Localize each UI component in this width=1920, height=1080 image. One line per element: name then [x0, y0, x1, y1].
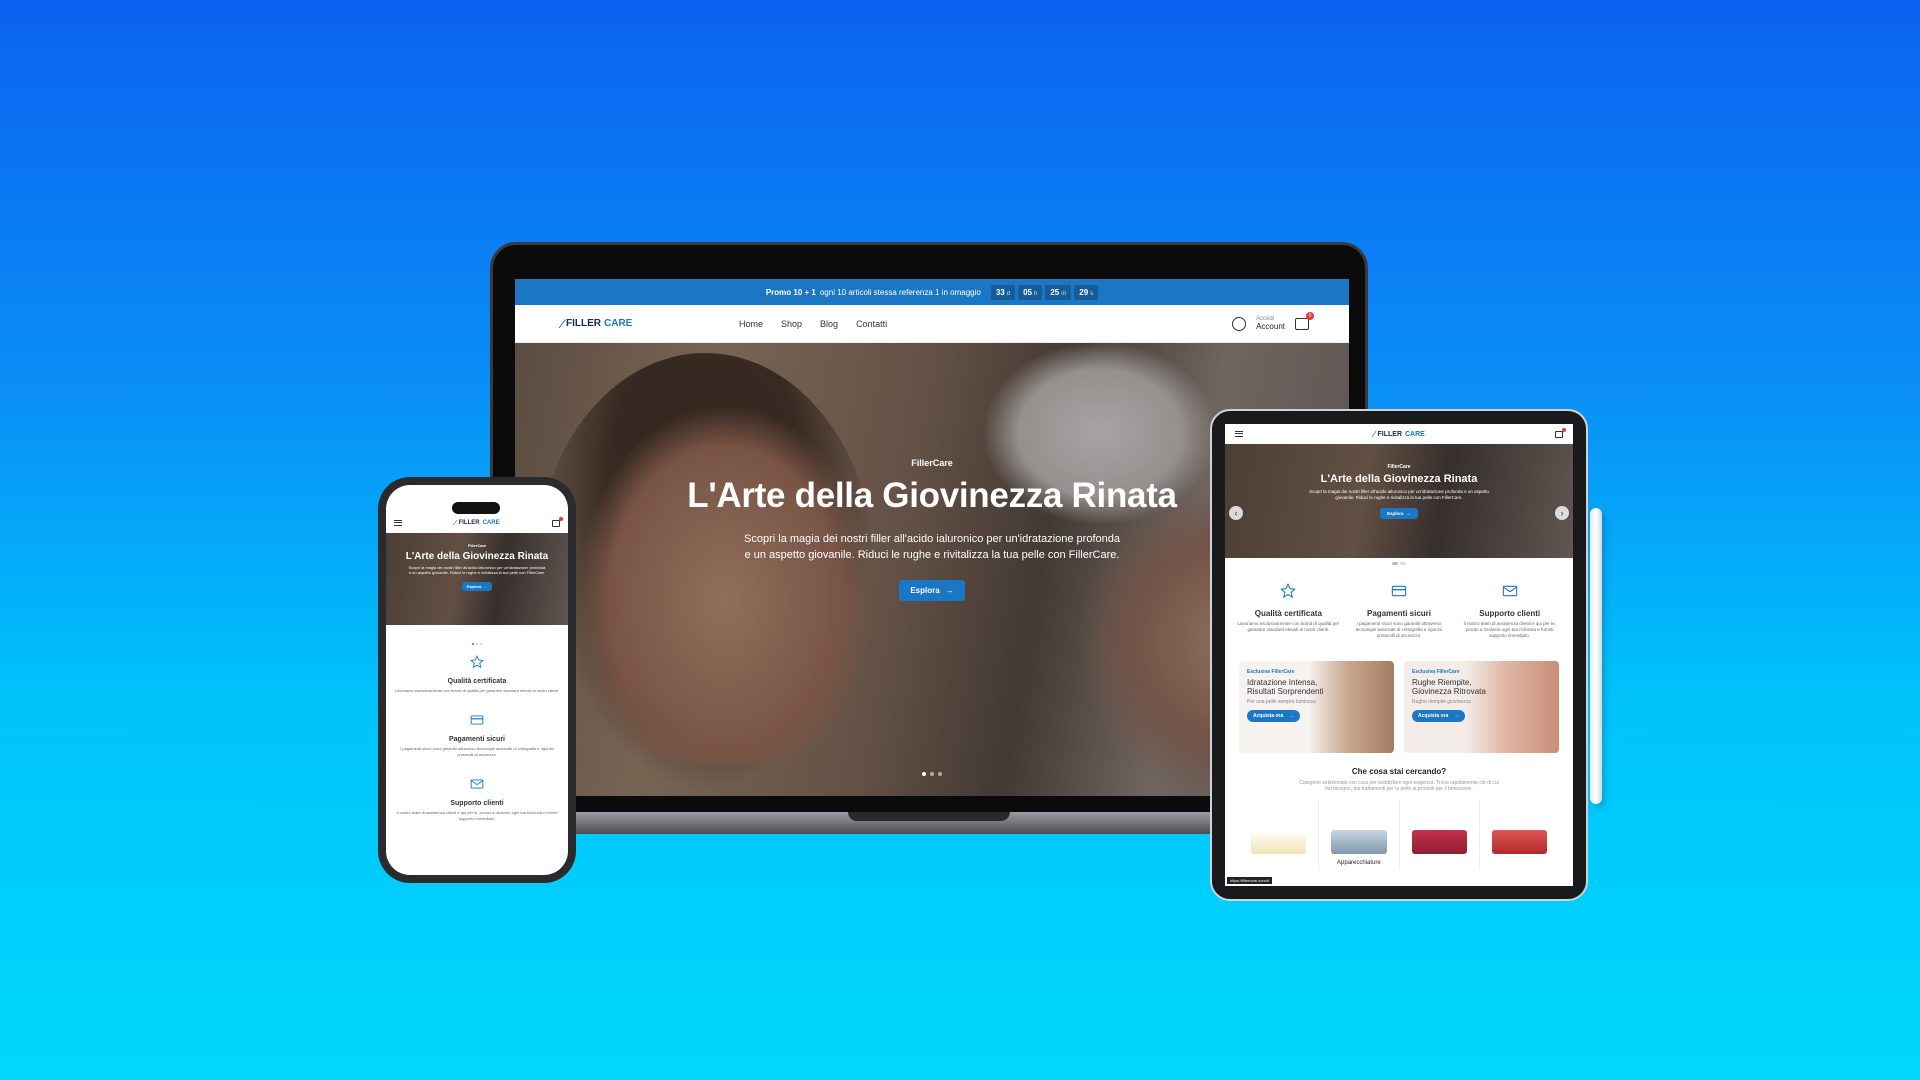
slider-dot[interactable] — [472, 643, 474, 645]
slider-dot[interactable] — [938, 772, 942, 776]
cart-badge: 0 — [1306, 311, 1314, 320]
phone-explore-button[interactable]: Esplora → — [461, 582, 493, 592]
shop-now-button[interactable]: Acquista ora → — [1247, 709, 1301, 722]
phone-feature-quality: Qualità certificata Lavoriamo esclusivam… — [386, 655, 568, 693]
arrow-right-icon: → — [1406, 510, 1412, 516]
phone-mockup: ⁄ FILLER CARE FillerCare L'Arte della Gi… — [378, 477, 576, 883]
phone-hero-title: L'Arte della Giovinezza Rinata — [405, 551, 549, 562]
promo-bold: Promo 10 + 1 — [765, 287, 816, 297]
hero-explore-button[interactable]: Esplora → — [899, 579, 965, 601]
account-area: Accedi Account 0 — [1232, 311, 1314, 331]
arrow-right-icon: → — [1454, 712, 1460, 719]
envelope-icon — [1502, 585, 1517, 597]
tablet-mockup: ⁄ FILLER CARE FillerCare L'Arte della Gi… — [1210, 409, 1588, 901]
product-image — [1491, 830, 1547, 855]
slider-dot[interactable] — [930, 772, 934, 776]
status-url: https://fillercare.com/# — [1227, 877, 1273, 884]
logo-icon: ⁄ — [1373, 429, 1375, 439]
slider-dot[interactable] — [1392, 562, 1398, 565]
tablet-hero-eyebrow: FillerCare — [1387, 464, 1411, 470]
shop-now-button[interactable]: Acquista ora → — [1412, 709, 1466, 722]
account-link[interactable]: Accedi Account — [1256, 316, 1285, 331]
cart-icon[interactable]: 0 — [1295, 311, 1314, 330]
tablet-features: Qualità certificata Lavoriamo esclusivam… — [1225, 583, 1573, 639]
phone-feature-payments: Pagamenti sicuri I pagamenti sicuri sono… — [386, 713, 568, 757]
arrow-right-icon: → — [1289, 712, 1295, 719]
section-text: Categorie selezionate con cura per soddi… — [1299, 780, 1499, 793]
cart-icon[interactable] — [552, 516, 563, 527]
cart-icon[interactable] — [1555, 427, 1566, 438]
promo-bar: Promo 10 + 1 ogni 10 articoli stessa ref… — [515, 279, 1349, 305]
product-image — [1251, 830, 1307, 855]
product-category-item[interactable]: Apparecchiature — [1318, 800, 1398, 871]
slider-dot[interactable] — [922, 772, 926, 776]
product-category-item[interactable] — [1239, 800, 1318, 870]
slider-dot[interactable] — [476, 643, 478, 645]
user-icon[interactable] — [1232, 316, 1247, 331]
envelope-icon — [470, 779, 484, 789]
credit-card-icon — [1391, 585, 1407, 597]
category-search-section: Che cosa stai cercando? Categorie selezi… — [1225, 767, 1573, 792]
category-card[interactable]: Esclusiva FillerCare Rughe Riempite, Gio… — [1404, 661, 1559, 754]
arrow-right-icon: → — [945, 585, 954, 595]
hero-text: Scopri la magia dei nostri filler all'ac… — [744, 533, 1120, 561]
nav-item-shop[interactable]: Shop — [781, 319, 802, 329]
timer-minutes: 25 m — [1045, 284, 1072, 300]
tablet-feature-support: Supporto clienti Il nostro team di assis… — [1458, 583, 1561, 639]
tablet-logo[interactable]: ⁄ FILLER CARE — [1373, 430, 1425, 439]
tablet-screen: ⁄ FILLER CARE FillerCare L'Arte della Gi… — [1225, 424, 1573, 886]
section-title: Che cosa stai cercando? — [1351, 767, 1447, 777]
tablet-explore-button[interactable]: Esplora → — [1379, 507, 1418, 519]
timer-days: 33 d — [990, 284, 1016, 300]
main-nav: ⁄ FILLER CARE Home Shop Blog Contatti Ac… — [515, 305, 1349, 343]
timer-hours: 05 h — [1018, 284, 1043, 300]
site-logo[interactable]: ⁄ FILLER CARE — [561, 317, 632, 331]
phone-logo[interactable]: ⁄ FILLER CARE — [454, 520, 499, 527]
credit-card-icon — [470, 715, 484, 725]
phone-hero: FillerCare L'Arte della Giovinezza Rinat… — [386, 533, 568, 625]
hamburger-icon[interactable] — [394, 520, 402, 526]
tablet-feature-quality: Qualità certificata Lavoriamo esclusivam… — [1237, 583, 1340, 639]
phone-hero-eyebrow: FillerCare — [467, 543, 487, 548]
star-icon — [470, 655, 484, 669]
product-image — [1411, 830, 1467, 855]
phone-nav: ⁄ FILLER CARE — [386, 513, 568, 533]
category-card[interactable]: Esclusiva FillerCare Idratazione Intensa… — [1239, 661, 1394, 754]
tablet-hero: FillerCare L'Arte della Giovinezza Rinat… — [1225, 444, 1573, 558]
laptop-hinge-notch — [848, 812, 1010, 821]
product-category-item[interactable] — [1398, 800, 1479, 871]
category-cards: Esclusiva FillerCare Idratazione Intensa… — [1225, 661, 1573, 754]
tablet-hero-title: L'Arte della Giovinezza Rinata — [1320, 473, 1478, 485]
product-category-item[interactable] — [1478, 800, 1559, 871]
slider-dot[interactable] — [1400, 562, 1406, 565]
nav-item-home[interactable]: Home — [739, 319, 763, 329]
phone-dynamic-island — [452, 502, 500, 514]
logo-icon: ⁄ — [454, 519, 456, 527]
tablet-feature-payments: Pagamenti sicuri I pagamenti sicuri sono… — [1348, 583, 1451, 639]
slider-next-arrow-icon[interactable]: › — [1555, 506, 1569, 520]
hamburger-icon[interactable] — [1235, 431, 1243, 437]
nav-item-blog[interactable]: Blog — [820, 319, 838, 329]
star-icon — [1280, 583, 1297, 599]
logo-icon: ⁄ — [561, 316, 564, 331]
nav-menu: Home Shop Blog Contatti — [739, 319, 887, 329]
promo-text: ogni 10 articoli stessa referenza 1 in o… — [819, 287, 981, 297]
product-image — [1331, 830, 1387, 855]
tablet-nav: ⁄ FILLER CARE — [1225, 424, 1573, 444]
phone-slider-dots — [386, 643, 568, 645]
phone-screen: ⁄ FILLER CARE FillerCare L'Arte della Gi… — [386, 485, 568, 875]
slider-dot[interactable] — [480, 643, 482, 645]
phone-feature-support: Supporto clienti Il nostro team di assis… — [386, 777, 568, 821]
stylus-pencil — [1590, 508, 1602, 804]
nav-item-contatti[interactable]: Contatti — [856, 319, 887, 329]
phone-hero-text: Scopri la magia dei nostri filler all'ac… — [408, 565, 546, 576]
slider-prev-arrow-icon[interactable]: ‹ — [1229, 506, 1243, 520]
countdown-timer: 33 d 05 h 25 m 29 s — [990, 284, 1099, 300]
arrow-right-icon: → — [483, 584, 488, 590]
category-products: Apparecchiature — [1225, 800, 1573, 871]
tablet-slider-dots — [1225, 562, 1573, 565]
timer-seconds: 29 s — [1074, 284, 1099, 300]
tablet-hero-text: Scopri la magia dei nostri filler all'ac… — [1309, 489, 1489, 500]
